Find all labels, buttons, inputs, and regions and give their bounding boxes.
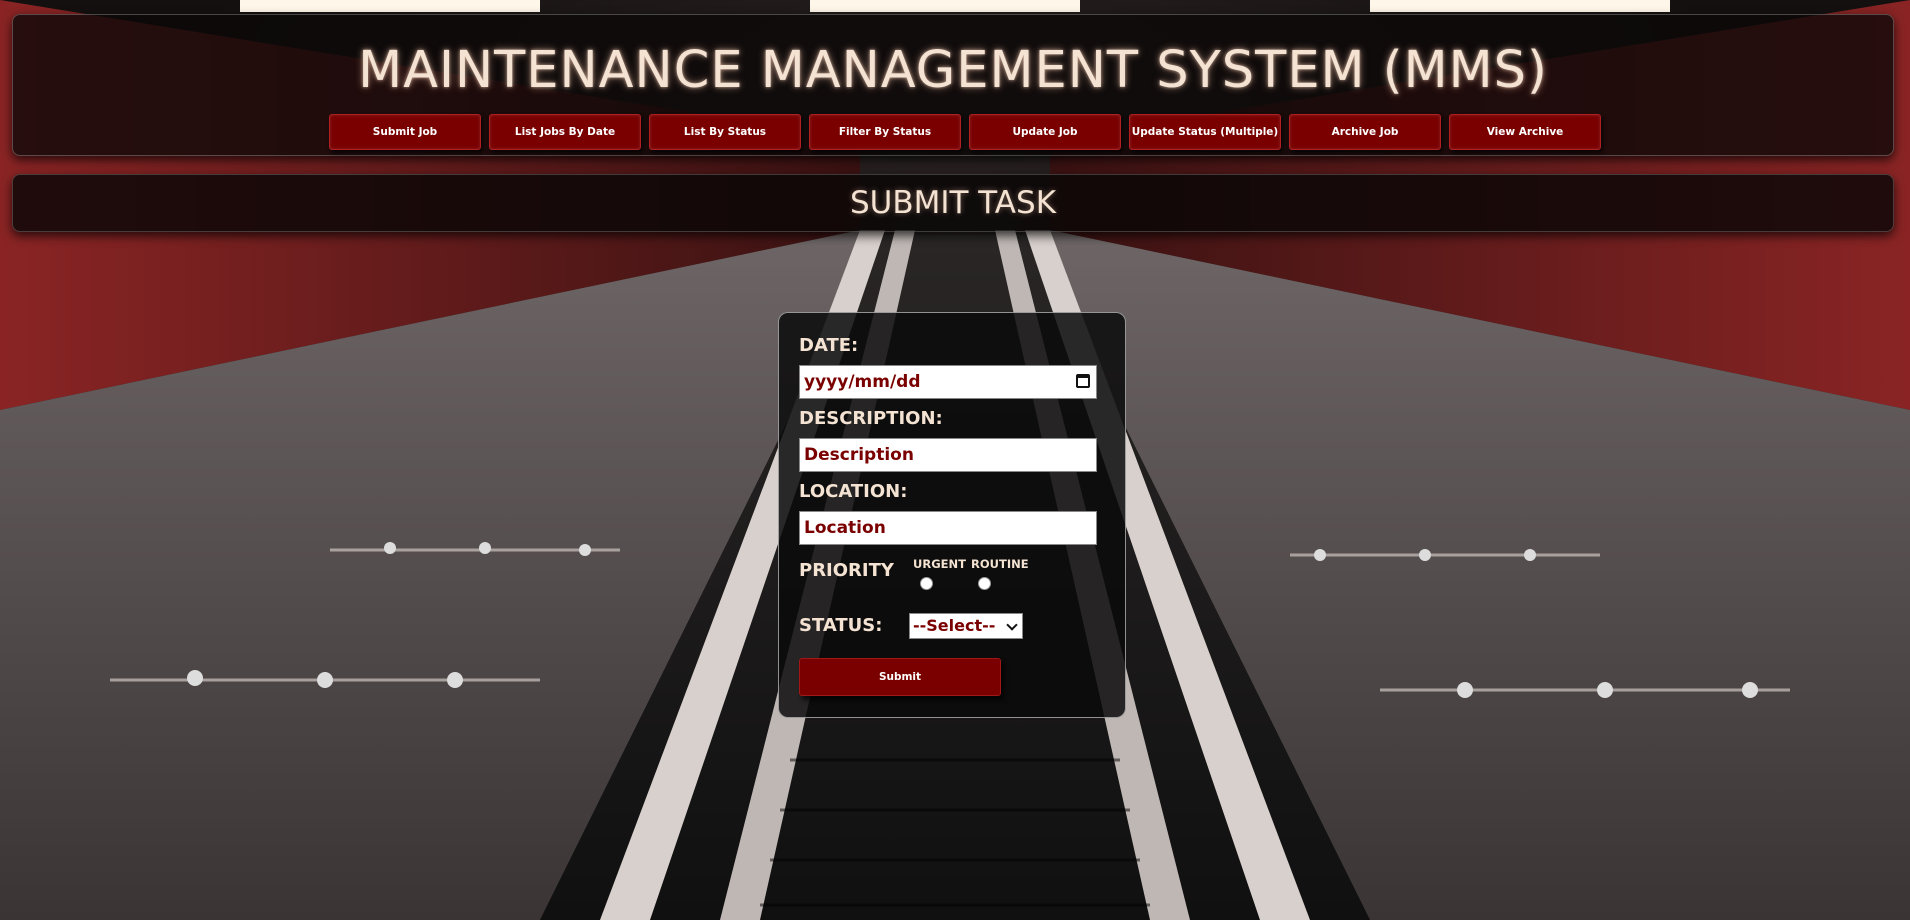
page-title: SUBMIT TASK: [849, 185, 1057, 221]
nav-update-job-button[interactable]: Update Job: [969, 114, 1121, 150]
site-title: MAINTENANCE MANAGEMENT SYSTEM (MMS): [358, 41, 1548, 100]
nav-view-archive-button[interactable]: View Archive: [1449, 114, 1601, 150]
priority-urgent-label: URGENT: [913, 557, 966, 571]
chevron-down-icon: [1006, 619, 1018, 631]
description-label: DESCRIPTION:: [799, 408, 943, 429]
status-select[interactable]: --Select--: [909, 613, 1023, 639]
submit-task-form: DATE: DESCRIPTION: LOCATION: PRIORITY UR…: [778, 312, 1126, 718]
nav-list-by-status-button[interactable]: List By Status: [649, 114, 801, 150]
status-label: STATUS:: [799, 615, 883, 636]
subheader-panel: SUBMIT TASK: [12, 174, 1894, 232]
nav-update-status-multiple-button[interactable]: Update Status (Multiple): [1129, 114, 1281, 150]
nav-submit-job-button[interactable]: Submit Job: [329, 114, 481, 150]
status-select-value: --Select--: [913, 616, 996, 635]
submit-button[interactable]: Submit: [799, 658, 1001, 696]
description-input[interactable]: [799, 438, 1097, 472]
date-field-wrapper: [799, 365, 1097, 399]
priority-routine-radio[interactable]: [978, 577, 991, 590]
nav-list-jobs-by-date-button[interactable]: List Jobs By Date: [489, 114, 641, 150]
calendar-icon[interactable]: [1076, 374, 1090, 388]
nav-filter-by-status-button[interactable]: Filter By Status: [809, 114, 961, 150]
main-nav: Submit Job List Jobs By Date List By Sta…: [329, 114, 1601, 150]
priority-label: PRIORITY: [799, 560, 894, 581]
nav-archive-job-button[interactable]: Archive Job: [1289, 114, 1441, 150]
priority-routine-label: ROUTINE: [971, 557, 1029, 571]
location-label: LOCATION:: [799, 481, 908, 502]
priority-urgent-radio[interactable]: [920, 577, 933, 590]
date-input[interactable]: [799, 365, 1097, 399]
header-panel: MAINTENANCE MANAGEMENT SYSTEM (MMS) Subm…: [12, 14, 1894, 156]
date-label: DATE:: [799, 335, 859, 356]
location-input[interactable]: [799, 511, 1097, 545]
